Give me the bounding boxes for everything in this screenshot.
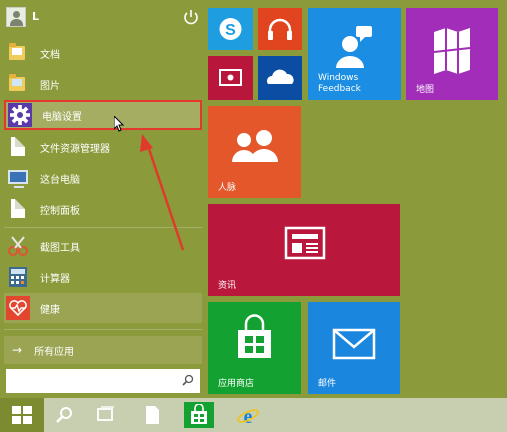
- menu-item-label: 这台电脑: [40, 174, 80, 186]
- avatar[interactable]: [6, 7, 26, 27]
- file-icon: [146, 406, 159, 424]
- menu-item-label: 文档: [40, 49, 60, 61]
- tile-video[interactable]: [208, 56, 253, 100]
- document-icon: [6, 197, 30, 221]
- tile-mail[interactable]: 邮件: [308, 302, 400, 394]
- menu-item-this-pc[interactable]: 这台电脑: [4, 163, 202, 193]
- all-apps-button[interactable]: → 所有应用: [4, 336, 202, 364]
- tile-label: 应用商店: [218, 379, 255, 389]
- onedrive-icon: [267, 69, 294, 84]
- folder-pictures-icon: [6, 72, 30, 96]
- search-icon[interactable]: [182, 374, 194, 386]
- taskbar-search-button[interactable]: [44, 398, 84, 432]
- tile-windows-feedback[interactable]: Windows Feedback: [308, 8, 401, 100]
- internet-explorer-icon: e: [237, 406, 259, 426]
- menu-item-documents[interactable]: 文档: [4, 38, 202, 68]
- task-view-icon: [97, 406, 114, 421]
- store-icon: [191, 404, 207, 424]
- arrow-right-icon: →: [12, 343, 23, 357]
- scissors-icon: [6, 234, 30, 258]
- menu-item-label: 图片: [40, 80, 60, 92]
- tile-maps[interactable]: 地图: [406, 8, 498, 100]
- heart-icon: [6, 296, 30, 320]
- taskbar-file-button[interactable]: [132, 398, 172, 432]
- tile-music[interactable]: [258, 8, 302, 50]
- tile-label: 资讯: [218, 281, 237, 291]
- divider: [4, 227, 202, 228]
- menu-item-label: 截图工具: [40, 242, 80, 254]
- menu-item-pictures[interactable]: 图片: [4, 69, 202, 99]
- start-button[interactable]: [0, 398, 44, 432]
- menu-item-snipping-tool[interactable]: 截图工具: [4, 231, 202, 261]
- user-name[interactable]: L: [32, 10, 39, 23]
- tile-label: Windows Feedback: [318, 73, 361, 94]
- news-icon: [284, 226, 326, 260]
- tile-label: 邮件: [318, 379, 337, 389]
- taskbar-store-button[interactable]: [184, 402, 214, 428]
- tile-store[interactable]: 应用商店: [208, 302, 301, 394]
- search-input[interactable]: [6, 369, 200, 393]
- tile-news[interactable]: 资讯: [208, 204, 400, 296]
- taskbar-ie-button[interactable]: e: [228, 398, 268, 432]
- tile-label: 地图: [416, 85, 435, 95]
- document-icon: [6, 135, 30, 159]
- task-view-button[interactable]: [86, 398, 126, 432]
- menu-item-label: 计算器: [40, 273, 70, 285]
- all-apps-label: 所有应用: [34, 346, 75, 358]
- mouse-cursor-icon: [114, 116, 124, 132]
- windows-start-icon: [12, 406, 32, 424]
- menu-item-label: 文件资源管理器: [40, 143, 110, 155]
- svg-text:S: S: [225, 22, 236, 39]
- computer-icon: [6, 166, 30, 190]
- tile-onedrive[interactable]: [258, 56, 302, 100]
- folder-documents-icon: [6, 41, 30, 65]
- skype-icon: S: [219, 18, 242, 40]
- menu-item-label: 健康: [40, 304, 60, 316]
- menu-item-label: 电脑设置: [42, 111, 82, 123]
- start-menu: L 文档 图片 电脑设置 文件资源管理器 这台电脑 控制面板 截图工具 计算器 …: [0, 0, 507, 398]
- menu-item-pc-settings[interactable]: 电脑设置: [4, 100, 202, 130]
- menu-item-control-panel[interactable]: 控制面板: [4, 194, 202, 224]
- taskbar: e: [0, 398, 507, 432]
- user-bar[interactable]: L: [6, 6, 202, 30]
- svg-text:e: e: [244, 406, 253, 426]
- start-menu-left-pane: L 文档 图片 电脑设置 文件资源管理器 这台电脑 控制面板 截图工具 计算器 …: [0, 0, 205, 398]
- gear-icon: [8, 103, 32, 127]
- menu-item-calculator[interactable]: 计算器: [4, 262, 202, 292]
- calculator-icon: [6, 265, 30, 289]
- tile-skype[interactable]: S: [208, 8, 253, 50]
- tile-label: 人脉: [218, 183, 237, 193]
- headphones-icon: [268, 18, 292, 40]
- divider: [4, 329, 202, 330]
- menu-item-health[interactable]: 健康: [4, 293, 202, 323]
- search-icon: [56, 407, 72, 423]
- menu-item-label: 控制面板: [40, 205, 80, 217]
- menu-item-file-explorer[interactable]: 文件资源管理器: [4, 132, 202, 162]
- video-icon: [219, 69, 242, 86]
- tile-people[interactable]: 人脉: [208, 106, 301, 198]
- power-icon[interactable]: [182, 6, 200, 28]
